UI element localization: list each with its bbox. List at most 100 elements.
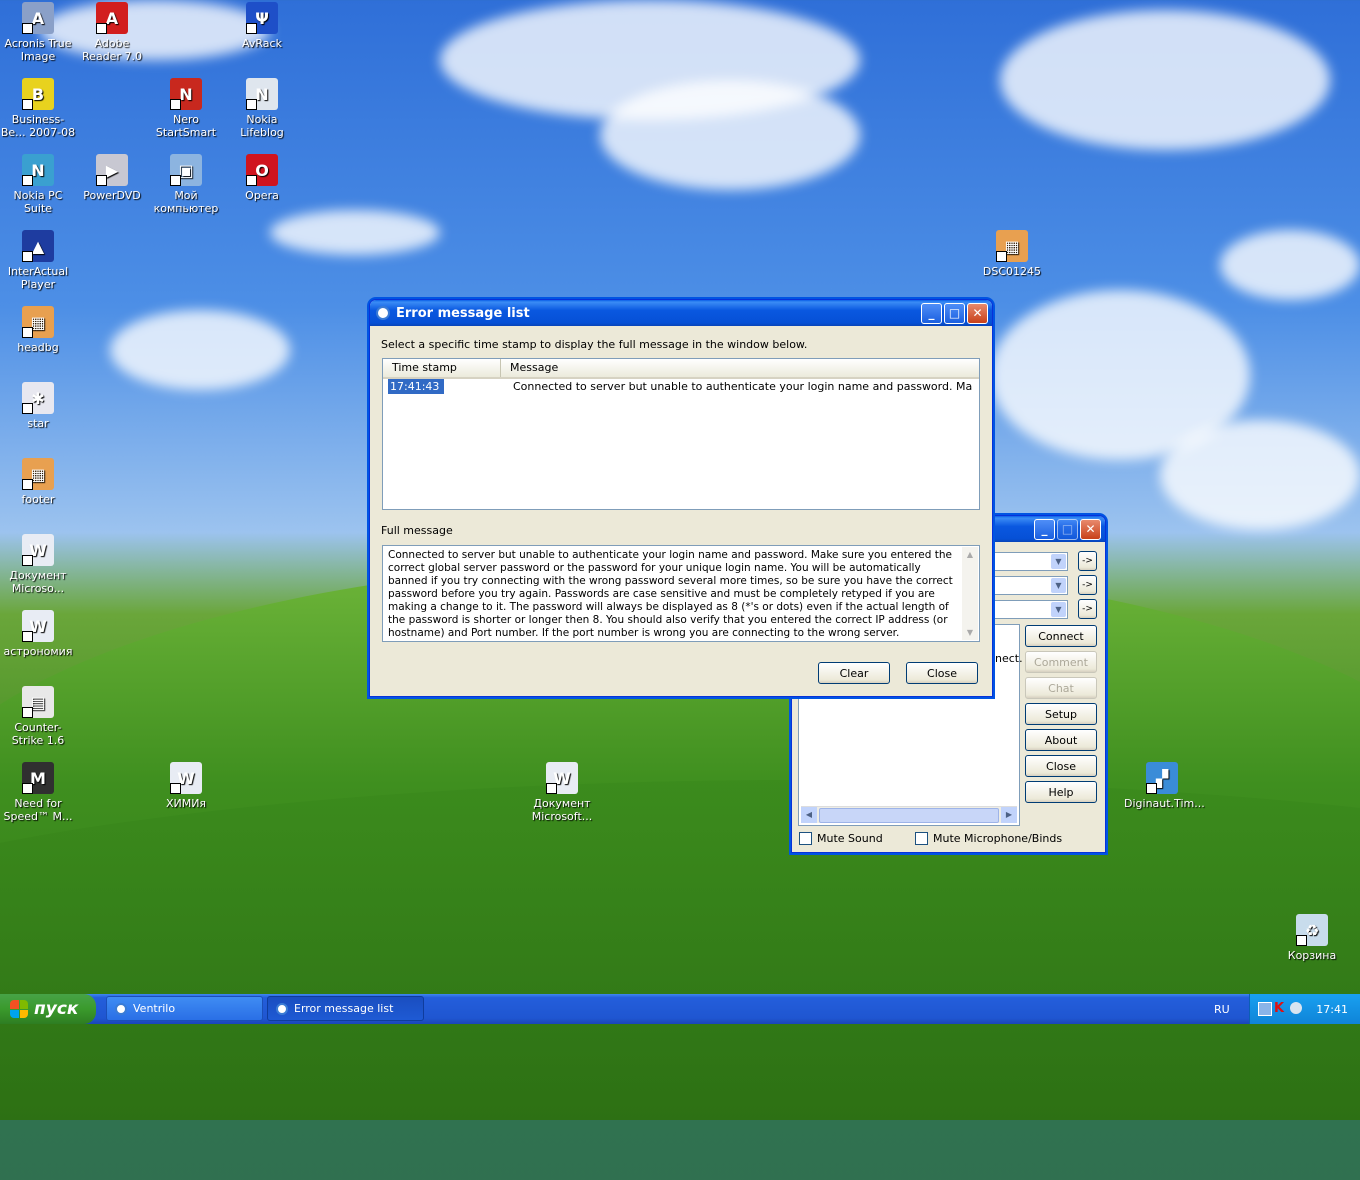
task-label: Error message list [294, 1002, 394, 1015]
desktop-icon[interactable]: Wастрономия [0, 610, 76, 658]
desktop-icon[interactable]: W Документ Microso... [0, 534, 76, 595]
desktop-icon[interactable]: A Acronis True Image [0, 2, 76, 63]
scroll-thumb[interactable] [819, 808, 999, 823]
shortcut-icon: W [546, 762, 578, 794]
desktop-icon[interactable]: A Adobe Reader 7.0 [74, 2, 150, 63]
desktop-icon[interactable]: ✱ star [0, 382, 76, 430]
arrow-up-icon[interactable]: ▲ [962, 547, 978, 562]
error-window[interactable]: Error message list _ □ ✕ Select a specif… [369, 299, 993, 697]
mute-mic-checkbox[interactable]: Mute Microphone/Binds [915, 832, 1062, 845]
help-button[interactable]: Help [1025, 781, 1097, 803]
chevron-down-icon: ▼ [1051, 602, 1066, 617]
desktop-icon[interactable]: N Nero StartSmart [148, 78, 224, 139]
desktop-icon[interactable]: M Need for Speed™ M... [0, 762, 76, 823]
error-list[interactable]: Time stamp Message 17:41:43 Connected to… [382, 358, 980, 510]
desktop-icon-label: Nokia Lifeblog [240, 113, 284, 139]
arrow-left-icon[interactable]: ◀ [801, 807, 817, 823]
desktop-icon-label: ХИМИя [165, 797, 207, 810]
clock[interactable]: 17:41 [1316, 1003, 1348, 1016]
taskbar: пуск Ventrilo Error message list RU K 17… [0, 994, 1360, 1024]
desktop-icon-label: headbg [17, 341, 59, 354]
shortcut-icon: B [22, 78, 54, 110]
desktop-icon-label: PowerDVD [83, 189, 141, 202]
desktop-icon[interactable]: O Opera [224, 154, 300, 202]
ventrilo-app-icon [115, 1002, 127, 1015]
wave-arrow-button[interactable]: -> [1078, 599, 1097, 619]
close-icon[interactable]: ✕ [967, 302, 988, 324]
list-header: Time stamp Message [383, 359, 979, 379]
ventrilo-app-icon [376, 306, 390, 320]
setup-button[interactable]: Setup [1025, 703, 1097, 725]
desktop-icon[interactable]: ♻ Корзина [1274, 914, 1350, 962]
close-icon[interactable]: ✕ [1080, 518, 1101, 540]
task-ventrilo[interactable]: Ventrilo [106, 996, 263, 1021]
ventrilo-close-button[interactable]: Close [1025, 755, 1097, 777]
volume-icon[interactable] [1290, 1002, 1302, 1014]
minimize-icon[interactable]: _ [1034, 518, 1055, 540]
shortcut-icon: W [170, 762, 202, 794]
server-arrow-button[interactable]: -> [1078, 575, 1097, 595]
user-combo[interactable]: ▼ [992, 552, 1068, 571]
desktop-icon[interactable]: ▶ PowerDVD [74, 154, 150, 202]
desktop-icon[interactable]: Ψ AvRack [224, 2, 300, 50]
task-error-message-list[interactable]: Error message list [267, 996, 424, 1021]
desktop-icon[interactable]: ▦ footer [0, 458, 76, 506]
column-header-time[interactable]: Time stamp [383, 359, 501, 377]
desktop-icon[interactable]: ▲ InterActual Player [0, 230, 76, 291]
shortcut-icon: Ψ [246, 2, 278, 34]
desktop-icon[interactable]: ▦ DSC01245 [974, 230, 1050, 278]
shortcut-icon: ♻ [1296, 914, 1328, 946]
clear-button[interactable]: Clear [818, 662, 890, 684]
desktop-icon-label: Корзина [1287, 949, 1337, 962]
mute-sound-checkbox[interactable]: Mute Sound [799, 832, 883, 845]
full-message-label: Full message [381, 524, 453, 537]
desktop-icon[interactable]: B Business-Be... 2007-08 [0, 78, 76, 139]
about-button[interactable]: About [1025, 729, 1097, 751]
error-titlebar[interactable]: Error message list _ □ ✕ [370, 300, 992, 326]
arrow-right-icon[interactable]: ▶ [1001, 807, 1017, 823]
language-indicator[interactable]: RU [1214, 1003, 1230, 1016]
user-arrow-button[interactable]: -> [1078, 551, 1097, 571]
desktop-icon[interactable]: ▞ Diginaut.Tim... [1124, 762, 1205, 810]
chevron-down-icon: ▼ [1051, 554, 1066, 569]
connect-button[interactable]: Connect [1025, 625, 1097, 647]
desktop-icon-label: DSC01245 [982, 265, 1042, 278]
desktop-icon[interactable]: W ХИМИя [148, 762, 224, 810]
table-row[interactable]: 17:41:43 Connected to server but unable … [383, 379, 979, 396]
windows-flag-icon [10, 1000, 28, 1018]
column-header-message[interactable]: Message [501, 359, 558, 377]
shortcut-icon: N [170, 78, 202, 110]
vertical-scrollbar[interactable]: ▲ ▼ [962, 547, 978, 640]
wave-combo[interactable]: ▼ [992, 600, 1068, 619]
shortcut-icon: ▦ [22, 458, 54, 490]
full-message-text: Connected to server but unable to authen… [388, 549, 953, 639]
shortcut-icon: W [22, 610, 54, 642]
desktop-icon[interactable]: W Документ Microsoft... [524, 762, 600, 823]
desktop-icon-label: Acronis True Image [4, 37, 72, 63]
desktop-icon[interactable]: N Nokia Lifeblog [224, 78, 300, 139]
shortcut-icon: A [22, 2, 54, 34]
close-button[interactable]: Close [906, 662, 978, 684]
desktop-icon[interactable]: ▣ Мой компьютер [148, 154, 224, 215]
desktop-icon[interactable]: ▤ Counter-Strike 1.6 [0, 686, 76, 747]
desktop-icon-label: Diginaut.Tim... [1124, 797, 1205, 810]
desktop-icon[interactable]: N Nokia PC Suite [0, 154, 76, 215]
minimize-icon[interactable]: _ [921, 302, 942, 324]
server-combo[interactable]: ▼ [992, 576, 1068, 595]
network-icon[interactable] [1258, 1002, 1272, 1016]
start-button[interactable]: пуск [0, 994, 96, 1024]
checkbox-box[interactable] [799, 832, 812, 845]
maximize-icon[interactable]: □ [944, 302, 965, 324]
kaspersky-icon[interactable]: K [1274, 1001, 1284, 1016]
horizontal-scrollbar[interactable]: ◀ ▶ [801, 806, 1017, 823]
full-message-box[interactable]: Connected to server but unable to authen… [382, 545, 980, 642]
system-tray: K 17:41 [1249, 994, 1360, 1024]
arrow-down-icon[interactable]: ▼ [962, 625, 978, 640]
desktop-icon-label: Nero StartSmart [155, 113, 217, 139]
desktop-icon-label: Adobe Reader 7.0 [82, 37, 142, 63]
checkbox-box[interactable] [915, 832, 928, 845]
message-cell[interactable]: Connected to server but unable to authen… [506, 380, 973, 396]
desktop-icon-label: Opera [245, 189, 279, 202]
timestamp-cell[interactable]: 17:41:43 [388, 379, 445, 394]
desktop-icon[interactable]: ▦ headbg [0, 306, 76, 354]
